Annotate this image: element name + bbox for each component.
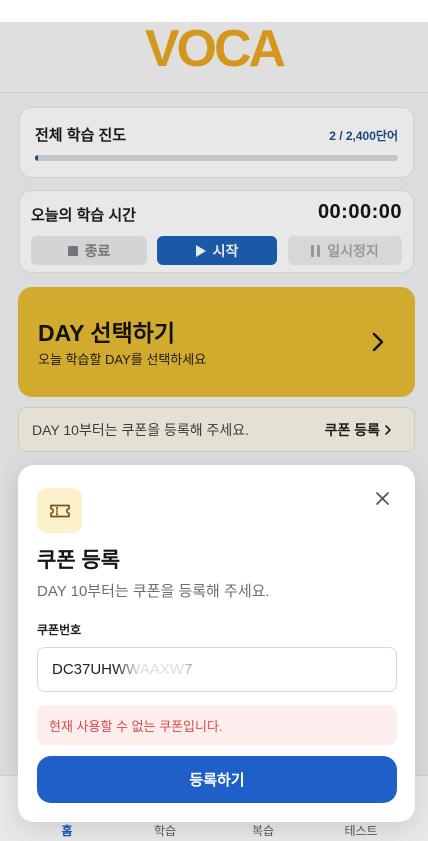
ticket-icon — [49, 504, 70, 517]
register-coupon-button[interactable]: 등록하기 — [37, 756, 397, 803]
top-strip — [0, 0, 428, 22]
coupon-field-label: 쿠폰번호 — [37, 623, 82, 637]
coupon-code-input[interactable] — [37, 647, 397, 692]
close-icon[interactable] — [376, 492, 389, 505]
coupon-modal: 쿠폰 등록 DAY 10부터는 쿠폰을 등록해 주세요. 쿠폰번호 현재 사용할… — [18, 465, 415, 822]
modal-title: 쿠폰 등록 — [37, 549, 121, 572]
error-message: 현재 사용할 수 없는 쿠폰입니다. — [37, 705, 397, 745]
modal-subtitle: DAY 10부터는 쿠폰을 등록해 주세요. — [37, 583, 270, 600]
ticket-badge — [37, 488, 82, 533]
